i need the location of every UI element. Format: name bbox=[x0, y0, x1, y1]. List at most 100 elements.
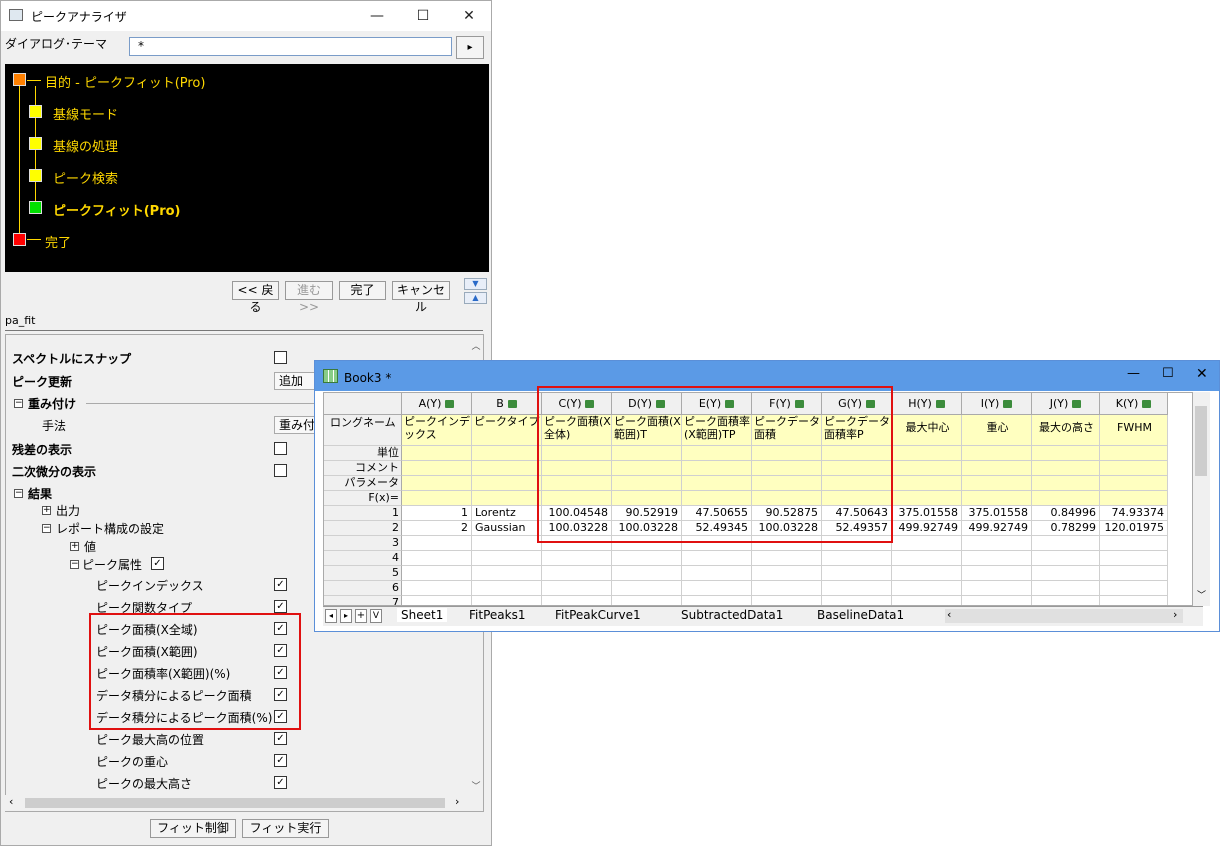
meta-cell[interactable] bbox=[1100, 461, 1168, 476]
data-cell[interactable] bbox=[612, 581, 682, 596]
residual-checkbox[interactable] bbox=[274, 442, 287, 455]
row-number[interactable]: 6 bbox=[324, 581, 402, 596]
long-name-cell[interactable]: ピークタイプ bbox=[472, 415, 542, 446]
method-select[interactable]: 重み付け bbox=[274, 416, 318, 434]
data-cell[interactable]: 2 bbox=[402, 521, 472, 536]
update-add-button[interactable]: 追加 bbox=[274, 372, 318, 390]
maximize-button[interactable]: ☐ bbox=[403, 5, 443, 27]
meta-cell[interactable] bbox=[472, 446, 542, 461]
data-cell[interactable] bbox=[542, 596, 612, 605]
meta-cell[interactable] bbox=[1032, 446, 1100, 461]
data-cell[interactable] bbox=[472, 536, 542, 551]
tab-sheet1[interactable]: Sheet1 bbox=[397, 608, 448, 622]
data-cell[interactable] bbox=[472, 566, 542, 581]
data-cell[interactable]: Gaussian bbox=[472, 521, 542, 536]
row-number[interactable]: 1 bbox=[324, 506, 402, 521]
data-cell[interactable] bbox=[472, 551, 542, 566]
data-cell[interactable] bbox=[402, 581, 472, 596]
row-number[interactable]: 5 bbox=[324, 566, 402, 581]
data-cell[interactable] bbox=[892, 551, 962, 566]
theme-menu-button[interactable]: ▸ bbox=[456, 36, 484, 59]
data-cell[interactable]: 375.01558 bbox=[892, 506, 962, 521]
theme-input[interactable]: * bbox=[129, 37, 452, 56]
data-cell[interactable] bbox=[542, 551, 612, 566]
column-header[interactable]: H(Y) bbox=[892, 393, 962, 415]
data-cell[interactable] bbox=[682, 551, 752, 566]
row-number[interactable]: 4 bbox=[324, 551, 402, 566]
workbook-minimize-button[interactable]: — bbox=[1127, 366, 1140, 381]
meta-cell[interactable] bbox=[1100, 491, 1168, 506]
long-name-cell[interactable]: FWHM bbox=[1100, 415, 1168, 446]
expand-icon[interactable]: + bbox=[42, 506, 51, 515]
second-derivative-checkbox[interactable] bbox=[274, 464, 287, 477]
peak-attributes-checkbox[interactable] bbox=[151, 557, 164, 570]
row-number[interactable]: 2 bbox=[324, 521, 402, 536]
data-cell[interactable]: 375.01558 bbox=[962, 506, 1032, 521]
column-header[interactable]: I(Y) bbox=[962, 393, 1032, 415]
worksheet-vertical-scrollbar[interactable]: ﹀ bbox=[1193, 392, 1210, 606]
meta-cell[interactable] bbox=[962, 476, 1032, 491]
data-cell[interactable] bbox=[402, 566, 472, 581]
tab-fitpeakcurve1[interactable]: FitPeakCurve1 bbox=[555, 608, 641, 622]
attribute-checkbox[interactable] bbox=[274, 732, 287, 745]
column-header[interactable]: B bbox=[472, 393, 542, 415]
meta-cell[interactable] bbox=[962, 446, 1032, 461]
data-cell[interactable] bbox=[962, 566, 1032, 581]
finish-button[interactable]: 完了 bbox=[339, 281, 386, 300]
fit-control-button[interactable]: フィット制御 bbox=[150, 819, 236, 838]
fit-run-button[interactable]: フィット実行 bbox=[242, 819, 329, 838]
meta-cell[interactable] bbox=[1100, 446, 1168, 461]
column-header[interactable]: A(Y) bbox=[402, 393, 472, 415]
data-cell[interactable] bbox=[1032, 551, 1100, 566]
data-cell[interactable] bbox=[1032, 596, 1100, 605]
meta-cell[interactable] bbox=[402, 446, 472, 461]
scroll-left-icon[interactable]: ‹ bbox=[9, 795, 13, 808]
column-header[interactable]: J(Y) bbox=[1032, 393, 1100, 415]
attribute-checkbox[interactable] bbox=[274, 600, 287, 613]
data-cell[interactable]: 0.84996 bbox=[1032, 506, 1100, 521]
long-name-cell[interactable]: 最大中心 bbox=[892, 415, 962, 446]
data-cell[interactable] bbox=[402, 551, 472, 566]
data-cell[interactable] bbox=[752, 596, 822, 605]
scroll-left-icon[interactable]: ‹ bbox=[947, 608, 951, 621]
attribute-checkbox[interactable] bbox=[274, 578, 287, 591]
horizontal-scrollbar[interactable]: ‹ › bbox=[5, 795, 467, 811]
data-cell[interactable] bbox=[962, 581, 1032, 596]
data-cell[interactable] bbox=[752, 581, 822, 596]
data-cell[interactable] bbox=[962, 536, 1032, 551]
sheet-horizontal-scrollbar[interactable]: ‹ › bbox=[945, 608, 1183, 623]
scroll-thumb[interactable] bbox=[1195, 406, 1207, 476]
data-cell[interactable] bbox=[402, 536, 472, 551]
scroll-down-icon[interactable]: ﹀ bbox=[1197, 588, 1206, 601]
data-cell[interactable] bbox=[542, 581, 612, 596]
collapse-icon[interactable]: − bbox=[70, 560, 79, 569]
meta-cell[interactable] bbox=[1100, 476, 1168, 491]
data-cell[interactable] bbox=[892, 566, 962, 581]
meta-cell[interactable] bbox=[1032, 491, 1100, 506]
scroll-down-icon[interactable]: ﹀ bbox=[469, 779, 483, 792]
meta-cell[interactable] bbox=[892, 476, 962, 491]
collapse-up-icon[interactable]: ▲ bbox=[464, 292, 487, 304]
data-cell[interactable] bbox=[682, 566, 752, 581]
meta-cell[interactable] bbox=[402, 491, 472, 506]
data-cell[interactable] bbox=[542, 566, 612, 581]
scroll-right-icon[interactable]: › bbox=[455, 795, 459, 808]
row-number[interactable]: 7 bbox=[324, 596, 402, 605]
data-cell[interactable] bbox=[682, 596, 752, 605]
data-cell[interactable]: Lorentz bbox=[472, 506, 542, 521]
data-cell[interactable]: 0.78299 bbox=[1032, 521, 1100, 536]
scroll-right-icon[interactable]: › bbox=[1173, 608, 1177, 621]
data-cell[interactable] bbox=[1100, 536, 1168, 551]
data-cell[interactable] bbox=[472, 596, 542, 605]
collapse-icon[interactable]: − bbox=[42, 524, 51, 533]
add-sheet-icon[interactable]: + bbox=[355, 609, 367, 623]
data-cell[interactable] bbox=[402, 596, 472, 605]
workbook-close-button[interactable]: ✕ bbox=[1196, 366, 1208, 382]
tab-subtracteddata1[interactable]: SubtractedData1 bbox=[681, 608, 783, 622]
row-number[interactable]: 3 bbox=[324, 536, 402, 551]
snap-checkbox[interactable] bbox=[274, 351, 287, 364]
data-cell[interactable] bbox=[1100, 581, 1168, 596]
meta-cell[interactable] bbox=[472, 476, 542, 491]
data-cell[interactable]: 74.93374 bbox=[1100, 506, 1168, 521]
minimize-button[interactable]: — bbox=[357, 5, 397, 27]
